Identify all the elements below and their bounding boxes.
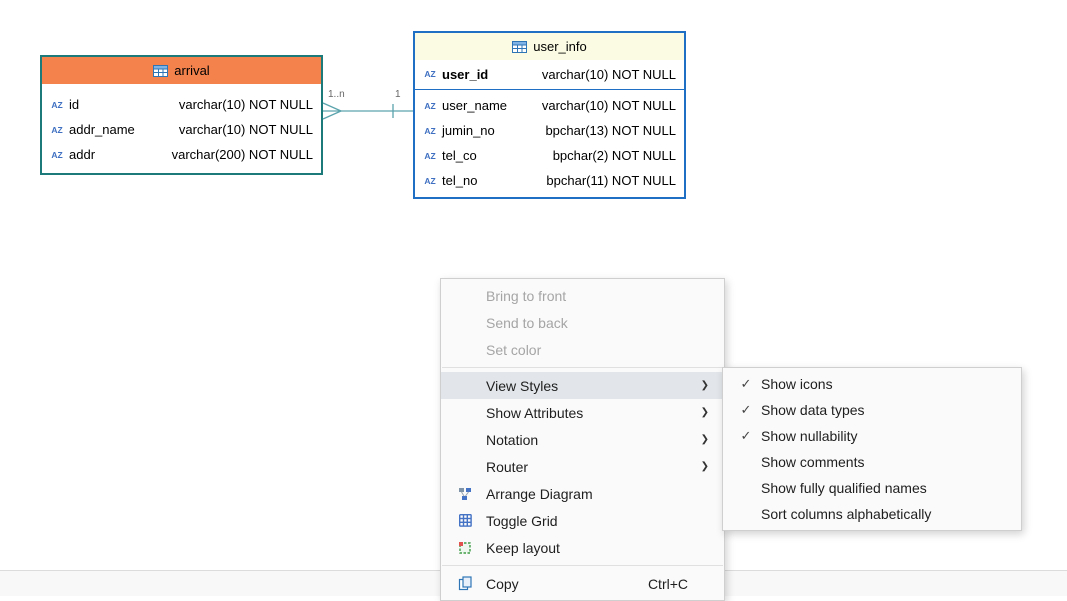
toggle-grid-icon xyxy=(458,514,472,527)
entity-user-info[interactable]: user_info AZ user_id varchar(10) NOT NULL… xyxy=(413,31,686,199)
column-type-icon: AZ xyxy=(424,175,436,186)
submenu-item-show-icons[interactable]: ✓ Show icons xyxy=(723,371,1021,397)
column-name: id xyxy=(69,97,80,112)
submenu-arrow-icon: ❯ xyxy=(700,380,709,391)
column-row[interactable]: AZ tel_co bpchar(2) NOT NULL xyxy=(415,143,684,168)
submenu-arrow-icon: ❯ xyxy=(700,434,709,445)
column-type-icon: AZ xyxy=(424,100,436,111)
column-name: addr_name xyxy=(69,122,135,137)
submenu-item-show-nullability[interactable]: ✓ Show nullability xyxy=(723,423,1021,449)
submenu-item-show-comments[interactable]: Show comments xyxy=(723,449,1021,475)
column-name: user_name xyxy=(442,98,508,113)
column-type-icon: AZ xyxy=(51,124,63,135)
entity-arrival-body: AZ id varchar(10) NOT NULL AZ addr_name va… xyxy=(42,84,321,173)
menu-item-show-attributes[interactable]: Show Attributes ❯ xyxy=(441,399,724,426)
erd-canvas: { "icons": { "column": "AZ", "check": "✓… xyxy=(0,0,1067,601)
check-icon: ✓ xyxy=(740,428,752,443)
column-row[interactable]: AZ jumin_no bpchar(13) NOT NULL xyxy=(415,118,684,143)
submenu-arrow-icon: ❯ xyxy=(700,407,709,418)
menu-item-send-to-back: Send to back xyxy=(486,314,568,331)
view-styles-submenu: ✓ Show icons ✓ Show data types ✓ Show nu… xyxy=(722,367,1022,531)
menu-item-notation[interactable]: Notation ❯ xyxy=(441,426,724,453)
column-name: jumin_no xyxy=(442,123,495,138)
column-type: bpchar(11) NOT NULL xyxy=(546,173,676,188)
column-type: bpchar(13) NOT NULL xyxy=(545,123,676,138)
arrange-diagram-icon xyxy=(459,487,471,500)
submenu-arrow-icon: ❯ xyxy=(700,461,709,472)
entity-arrival[interactable]: arrival AZ id varchar(10) NOT NULL AZ addr… xyxy=(40,55,323,175)
column-row[interactable]: AZ addr_name varchar(10) NOT NULL xyxy=(42,117,321,142)
column-type: varchar(200) NOT NULL xyxy=(171,147,313,162)
context-menu: Bring to front Send to back Set color Vi… xyxy=(440,278,725,601)
column-type-icon: AZ xyxy=(51,99,63,110)
entity-arrival-header[interactable]: arrival xyxy=(42,57,321,84)
column-name: tel_co xyxy=(442,148,477,163)
column-row[interactable]: AZ id varchar(10) NOT NULL xyxy=(42,92,321,117)
column-name: tel_no xyxy=(442,173,478,188)
column-name: addr xyxy=(69,147,96,162)
cardinality-label-many: 1..n xyxy=(328,89,345,100)
entity-title: user_info xyxy=(533,39,587,54)
column-type-icon: AZ xyxy=(51,149,63,160)
cardinality-label-one: 1 xyxy=(395,89,401,100)
submenu-item-show-fully-qualified-names[interactable]: Show fully qualified names xyxy=(723,475,1021,501)
primary-key-section: AZ user_id varchar(10) NOT NULL xyxy=(415,60,684,90)
column-row[interactable]: AZ user_name varchar(10) NOT NULL xyxy=(415,93,684,118)
column-name: user_id xyxy=(442,66,489,82)
entity-user-info-header[interactable]: user_info xyxy=(415,33,684,60)
menu-item-arrange-diagram[interactable]: Arrange Diagram xyxy=(441,480,724,507)
table-icon xyxy=(512,40,528,53)
column-row[interactable]: AZ addr varchar(200) NOT NULL xyxy=(42,142,321,167)
entity-title: arrival xyxy=(174,63,210,78)
column-row[interactable]: AZ user_id varchar(10) NOT NULL xyxy=(415,60,684,88)
column-type: varchar(10) NOT NULL xyxy=(178,122,313,137)
menu-item-set-color: Set color xyxy=(486,341,542,358)
menu-separator xyxy=(442,565,723,566)
menu-item-copy[interactable]: Copy Ctrl+C xyxy=(441,570,724,597)
column-type: varchar(10) NOT NULL xyxy=(541,66,676,82)
menu-item-bring-to-front: Bring to front xyxy=(486,287,567,304)
submenu-item-sort-columns-alphabetically[interactable]: Sort columns alphabetically xyxy=(723,501,1021,527)
menu-item-toggle-grid[interactable]: Toggle Grid xyxy=(441,507,724,534)
check-icon: ✓ xyxy=(740,376,752,391)
shortcut-label: Ctrl+C xyxy=(647,575,688,592)
entity-user-info-body: AZ user_name varchar(10) NOT NULL AZ jumin… xyxy=(415,90,684,197)
column-type-icon: AZ xyxy=(424,69,436,79)
menu-item-keep-layout[interactable]: Keep layout xyxy=(441,534,724,561)
menu-item-view-styles[interactable]: View Styles ❯ xyxy=(441,372,724,399)
column-type: varchar(10) NOT NULL xyxy=(541,98,676,113)
column-type-icon: AZ xyxy=(424,150,436,161)
check-icon: ✓ xyxy=(740,402,752,417)
column-type-icon: AZ xyxy=(424,125,436,136)
column-type: bpchar(2) NOT NULL xyxy=(552,148,676,163)
table-icon xyxy=(153,64,169,77)
column-type: varchar(10) NOT NULL xyxy=(178,97,313,112)
copy-icon xyxy=(458,576,472,591)
menu-item-router[interactable]: Router ❯ xyxy=(441,453,724,480)
submenu-item-show-data-types[interactable]: ✓ Show data types xyxy=(723,397,1021,423)
keep-layout-icon xyxy=(459,541,471,554)
column-row[interactable]: AZ tel_no bpchar(11) NOT NULL xyxy=(415,168,684,193)
menu-separator xyxy=(442,367,723,368)
